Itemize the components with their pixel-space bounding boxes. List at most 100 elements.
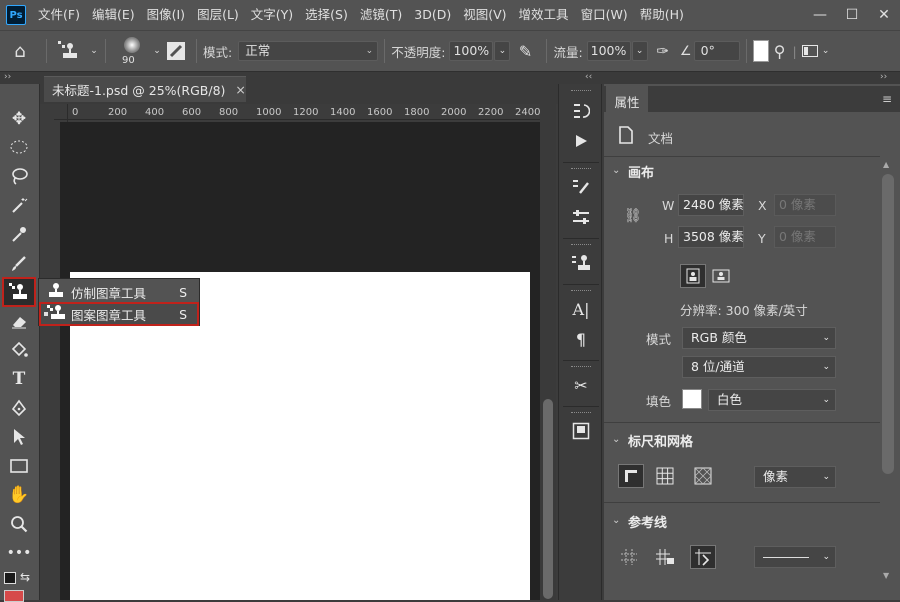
menu-3d[interactable]: 3D(D) — [408, 0, 457, 30]
paragraph-panel-icon[interactable]: ¶ — [567, 326, 595, 352]
grid-toggle-button[interactable] — [652, 464, 678, 488]
dock-grip[interactable] — [571, 366, 591, 369]
lasso-tool[interactable] — [4, 163, 34, 189]
scroll-thumb[interactable] — [543, 399, 553, 599]
lock-guides-button[interactable] — [652, 545, 678, 569]
chevron-down-icon[interactable]: ⌄ — [89, 46, 99, 56]
menu-view[interactable]: 视图(V) — [457, 0, 512, 30]
flow-dropdown[interactable]: ⌄ — [631, 41, 648, 61]
hand-tool[interactable]: ✋ — [4, 482, 34, 508]
menu-window[interactable]: 窗口(W) — [575, 0, 634, 30]
chevron-down-icon[interactable]: ⌄ — [612, 515, 620, 526]
character-panel-icon[interactable]: A| — [567, 296, 595, 322]
pen-tool[interactable] — [4, 395, 34, 421]
fill-select[interactable]: 白色 ⌄ — [708, 389, 836, 411]
blend-mode-select[interactable]: 正常 ⌄ — [238, 41, 379, 61]
fill-color-swatch[interactable] — [682, 389, 702, 409]
home-icon[interactable]: ⌂ — [0, 41, 40, 62]
tool-presets-panel-icon[interactable]: ✂ — [567, 372, 595, 398]
minimize-button[interactable]: — — [804, 0, 836, 30]
smart-guides-button[interactable] — [690, 545, 716, 569]
guides-section-title[interactable]: 参考线 — [628, 512, 667, 531]
menu-filter[interactable]: 滤镜(T) — [354, 0, 408, 30]
actions-panel-icon[interactable] — [567, 128, 595, 154]
canvas-section-title[interactable]: 画布 — [628, 162, 654, 181]
rectangle-tool[interactable] — [4, 453, 34, 479]
vertical-scrollbar[interactable] — [540, 104, 556, 600]
paint-bucket-tool[interactable] — [4, 337, 34, 363]
dock-grip[interactable] — [571, 90, 591, 93]
portrait-orientation-button[interactable] — [680, 264, 706, 288]
brush-settings-icon[interactable] — [162, 41, 190, 61]
panel-menu-icon[interactable]: ≡ — [882, 92, 892, 106]
stamp-tool[interactable] — [2, 277, 36, 307]
workspace-icon[interactable] — [799, 45, 821, 57]
dock-grip[interactable] — [571, 412, 591, 415]
scroll-thumb[interactable] — [882, 174, 894, 474]
menu-image[interactable]: 图像(I) — [141, 0, 191, 30]
guides-toggle-button[interactable] — [616, 545, 642, 569]
menu-type[interactable]: 文字(Y) — [245, 0, 299, 30]
marquee-tool[interactable] — [4, 134, 34, 160]
document-tab[interactable]: 未标题-1.psd @ 25%(RGB/8) × — [44, 76, 246, 102]
dock-grip[interactable] — [571, 244, 591, 247]
tool-preset-picker[interactable] — [53, 40, 89, 62]
collapse-dock-icon[interactable]: ‹‹ — [585, 72, 592, 82]
close-tab-icon[interactable]: × — [235, 82, 245, 97]
brush-size-picker[interactable]: 90 — [112, 33, 152, 69]
y-input[interactable]: 0 像素 — [774, 226, 836, 248]
ruler-units-select[interactable]: 像素 ⌄ — [754, 466, 836, 488]
foreground-color-swatch[interactable] — [4, 590, 24, 602]
dock-grip[interactable] — [571, 168, 591, 171]
angle-input[interactable]: 0° — [693, 41, 740, 61]
close-window-button[interactable]: ✕ — [868, 0, 900, 30]
pattern-thumbnail[interactable] — [752, 40, 769, 62]
chevron-down-icon[interactable]: ⌄ — [152, 46, 162, 56]
default-colors-icon[interactable] — [4, 572, 16, 584]
flyout-item-clone-stamp[interactable]: 仿制图章工具 S — [41, 282, 197, 302]
pressure-opacity-icon[interactable]: ✎ — [510, 42, 540, 61]
search-icon[interactable]: ⚲ — [769, 42, 791, 61]
airbrush-icon[interactable]: ✑ — [648, 42, 678, 60]
scroll-down-icon[interactable]: ▼ — [883, 571, 889, 580]
zoom-tool[interactable] — [4, 511, 34, 537]
landscape-orientation-button[interactable] — [708, 264, 734, 288]
chevron-down-icon[interactable]: ⌄ — [612, 165, 620, 176]
bit-depth-select[interactable]: 8 位/通道 ⌄ — [682, 356, 836, 378]
brush-tool[interactable] — [4, 250, 34, 276]
eraser-tool[interactable] — [4, 308, 34, 334]
rulers-grid-section-title[interactable]: 标尺和网格 — [628, 431, 693, 450]
chevron-down-icon[interactable]: ⌄ — [821, 46, 831, 56]
eyedropper-tool[interactable] — [4, 221, 34, 247]
rulers-toggle-button[interactable] — [618, 464, 644, 488]
menu-layer[interactable]: 图层(L) — [191, 0, 245, 30]
move-tool[interactable]: ✥ — [4, 106, 34, 132]
brush-settings-panel-icon[interactable] — [567, 174, 595, 200]
flow-input[interactable]: 100% — [586, 41, 631, 61]
more-tools-icon[interactable]: ••• — [4, 540, 34, 566]
swap-colors-icon[interactable]: ⇆ — [20, 570, 30, 584]
expand-panels-icon[interactable]: ›› — [880, 72, 887, 82]
pixel-grid-toggle-button[interactable] — [690, 464, 716, 488]
width-input[interactable]: 2480 像素 — [678, 194, 744, 216]
adjustments-panel-icon[interactable] — [567, 204, 595, 230]
ruler-origin[interactable] — [54, 104, 68, 120]
scroll-up-icon[interactable]: ▲ — [883, 160, 889, 169]
link-icon[interactable]: ⛓ — [624, 208, 642, 224]
type-tool[interactable]: T — [4, 366, 34, 392]
properties-scrollbar[interactable]: ▲ ▼ — [880, 160, 896, 580]
menu-edit[interactable]: 编辑(E) — [86, 0, 141, 30]
opacity-dropdown[interactable]: ⌄ — [494, 41, 511, 61]
guide-style-select[interactable]: ⌄ — [754, 546, 836, 568]
color-mode-select[interactable]: RGB 颜色 ⌄ — [682, 327, 836, 349]
maximize-button[interactable]: ☐ — [836, 0, 868, 30]
dock-grip[interactable] — [571, 290, 591, 293]
libraries-panel-icon[interactable] — [567, 418, 595, 444]
menu-plugins[interactable]: 增效工具 — [513, 0, 575, 30]
menu-file[interactable]: 文件(F) — [32, 0, 86, 30]
expand-toolbar-icon[interactable]: ›› — [4, 72, 11, 82]
chevron-down-icon[interactable]: ⌄ — [612, 434, 620, 445]
opacity-input[interactable]: 100% — [449, 41, 494, 61]
tab-properties[interactable]: 属性 — [606, 86, 648, 116]
menu-help[interactable]: 帮助(H) — [634, 0, 690, 30]
